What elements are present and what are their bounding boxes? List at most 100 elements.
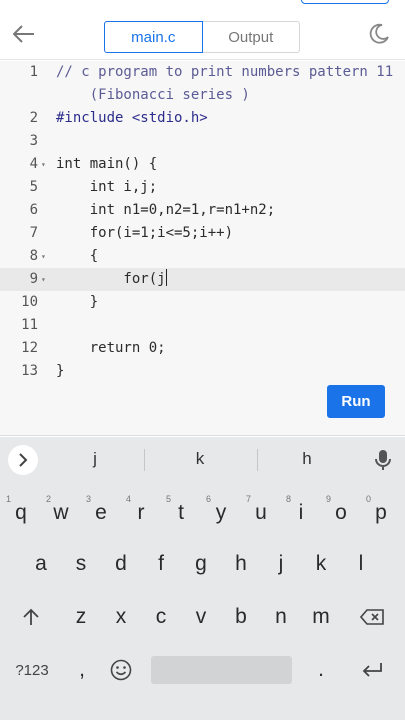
fold-arrow-icon[interactable]: ▾ xyxy=(41,153,46,176)
key-z[interactable]: z xyxy=(63,597,99,637)
navigation-bar xyxy=(0,703,405,720)
suggestion-2[interactable]: k xyxy=(180,449,220,469)
key-hint: 3 xyxy=(86,494,92,504)
code-text: for(i=1;i<=5;i++) xyxy=(56,225,234,241)
arrow-left-icon xyxy=(13,25,34,43)
key-r[interactable]: 4r xyxy=(123,493,159,533)
code-line: 13 } xyxy=(0,360,405,383)
key-hint: 0 xyxy=(366,494,372,504)
fold-arrow-icon[interactable]: ▾ xyxy=(41,245,46,268)
editor-header: main.c Output xyxy=(0,8,405,60)
key-label: i xyxy=(298,501,304,524)
code-text: #include <stdio.h> xyxy=(56,110,208,126)
key-hint: 8 xyxy=(286,494,292,504)
key-i[interactable]: 8i xyxy=(283,493,319,533)
code-line: 2 #include <stdio.h> xyxy=(0,107,405,130)
line-number: 6 xyxy=(29,202,38,218)
key-h[interactable]: h xyxy=(223,544,259,584)
key-x[interactable]: x xyxy=(103,597,139,637)
space-key[interactable] xyxy=(151,656,292,684)
fold-arrow-icon[interactable]: ▾ xyxy=(41,268,46,291)
key-l[interactable]: l xyxy=(343,544,379,584)
partial-outline-button xyxy=(301,0,389,4)
key-hint: 2 xyxy=(46,494,52,504)
enter-key[interactable] xyxy=(354,650,390,690)
key-d[interactable]: d xyxy=(103,544,139,584)
line-number: 7 xyxy=(29,225,38,241)
key-t[interactable]: 5t xyxy=(163,493,199,533)
key-label: w xyxy=(53,501,69,524)
shift-key[interactable] xyxy=(13,597,49,637)
comma-key[interactable]: , xyxy=(64,650,100,690)
line-number: 1 xyxy=(29,64,38,80)
key-k[interactable]: k xyxy=(303,544,339,584)
code-line: 5 int i,j; xyxy=(0,176,405,199)
chevron-right-icon xyxy=(19,453,28,467)
line-number: 13 xyxy=(21,363,38,379)
code-editor[interactable]: 1 // c program to print numbers pattern … xyxy=(0,61,405,436)
key-v[interactable]: v xyxy=(183,597,219,637)
backspace-icon xyxy=(360,609,384,625)
back-button[interactable] xyxy=(10,20,38,48)
line-number: 4 xyxy=(29,156,38,172)
key-label: p xyxy=(375,501,387,524)
run-button[interactable]: Run xyxy=(327,385,385,418)
key-hint: 5 xyxy=(166,494,172,504)
code-line: (Fibonacci series ) xyxy=(0,84,405,107)
key-u[interactable]: 7u xyxy=(243,493,279,533)
emoji-icon xyxy=(110,659,132,681)
key-b[interactable]: b xyxy=(223,597,259,637)
divider xyxy=(257,449,258,471)
line-number: 10 xyxy=(21,294,38,310)
key-label: q xyxy=(15,501,27,524)
code-text: int i,j; xyxy=(56,179,158,195)
code-line: 12 return 0; xyxy=(0,337,405,360)
code-text: } xyxy=(56,294,99,310)
previous-screen-strip xyxy=(0,0,405,8)
key-hint: 4 xyxy=(126,494,132,504)
key-hint: 1 xyxy=(6,494,12,504)
key-a[interactable]: a xyxy=(23,544,59,584)
period-key[interactable]: . xyxy=(303,650,339,690)
code-text: int n1=0,n2=1,r=n1+n2; xyxy=(56,202,276,218)
code-text: return 0; xyxy=(56,340,166,356)
backspace-key[interactable] xyxy=(354,597,390,637)
line-number: 9 xyxy=(29,271,38,287)
code-line: 3 xyxy=(0,130,405,153)
expand-toolbar-button[interactable] xyxy=(8,445,38,475)
suggestion-1[interactable]: j xyxy=(75,449,115,469)
code-line: 11 xyxy=(0,314,405,337)
key-m[interactable]: m xyxy=(303,597,339,637)
code-text-content: for(j xyxy=(56,271,166,287)
key-q[interactable]: 1q xyxy=(3,493,39,533)
key-y[interactable]: 6y xyxy=(203,493,239,533)
mic-icon[interactable] xyxy=(375,449,391,471)
line-number: 2 xyxy=(29,110,38,126)
line-number: 8 xyxy=(29,248,38,264)
code-text: // c program to print numbers pattern 11 xyxy=(56,64,394,80)
key-o[interactable]: 9o xyxy=(323,493,359,533)
key-hint: 7 xyxy=(246,494,252,504)
theme-toggle-button[interactable] xyxy=(367,22,391,46)
key-e[interactable]: 3e xyxy=(83,493,119,533)
line-number: 12 xyxy=(21,340,38,356)
key-j[interactable]: j xyxy=(263,544,299,584)
code-line: 8 ▾ { xyxy=(0,245,405,268)
code-line: 10 } xyxy=(0,291,405,314)
key-w[interactable]: 2w xyxy=(43,493,79,533)
key-n[interactable]: n xyxy=(263,597,299,637)
key-p[interactable]: 0p xyxy=(363,493,399,533)
code-text: (Fibonacci series ) xyxy=(56,87,250,103)
tab-main-c[interactable]: main.c xyxy=(104,21,203,53)
suggestion-3[interactable]: h xyxy=(287,449,327,469)
key-c[interactable]: c xyxy=(143,597,179,637)
key-f[interactable]: f xyxy=(143,544,179,584)
key-g[interactable]: g xyxy=(183,544,219,584)
symbols-key[interactable]: ?123 xyxy=(11,650,53,690)
code-line: 6 int n1=0,n2=1,r=n1+n2; xyxy=(0,199,405,222)
key-s[interactable]: s xyxy=(63,544,99,584)
tab-output[interactable]: Output xyxy=(202,21,300,53)
emoji-key[interactable] xyxy=(103,650,139,690)
key-label: e xyxy=(95,501,107,524)
code-text: { xyxy=(56,248,99,264)
